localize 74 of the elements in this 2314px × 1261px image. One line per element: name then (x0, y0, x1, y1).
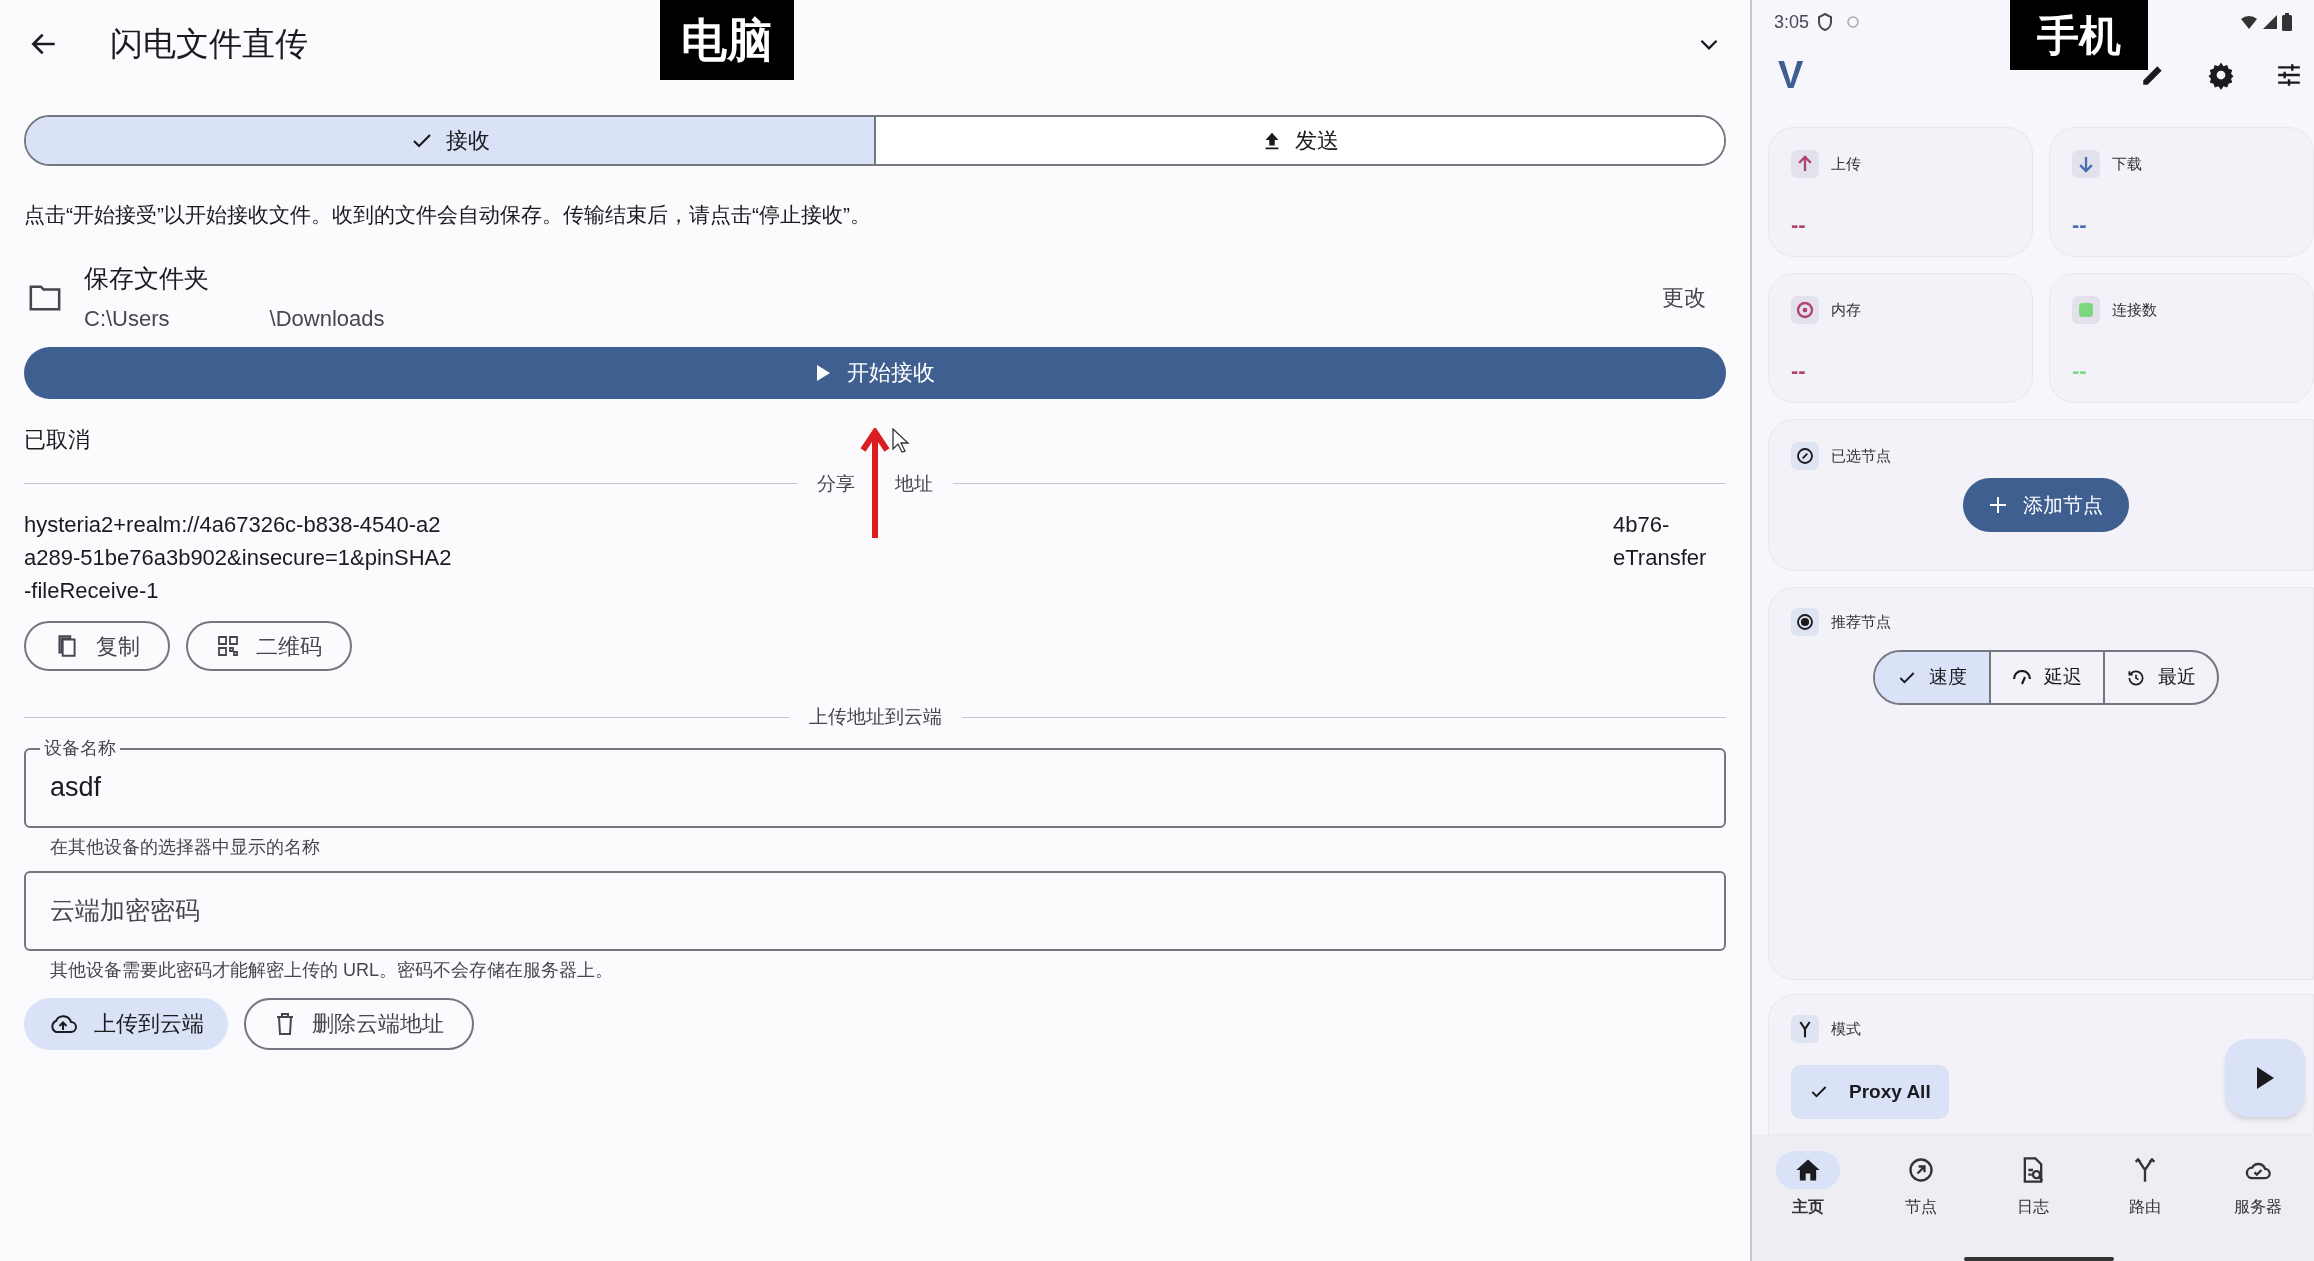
section-divider-label: 地址 (895, 471, 933, 496)
app-logo: V (1778, 52, 1804, 98)
signal-icon (2262, 14, 2278, 30)
share-url-text: eTransfer (1613, 544, 1708, 572)
stat-value: -- (1791, 360, 1806, 382)
settings-icon[interactable] (2206, 60, 2236, 90)
battery-icon (2282, 13, 2292, 31)
memory-icon (1791, 296, 1819, 324)
target-icon (1791, 608, 1819, 636)
copy-button[interactable]: 复制 (24, 621, 170, 671)
helper-text: 其他设备需要此密码才能解密上传的 URL。密码不会存储在服务器上。 (50, 958, 614, 982)
stat-value: -- (2072, 360, 2087, 382)
start-receive-button[interactable]: 开始接收 (24, 346, 1726, 399)
delete-cloud-button[interactable]: 删除云端地址 (244, 997, 474, 1050)
status-time: 3:05 (1774, 10, 1810, 34)
tab[interactable]: 接收 (26, 117, 874, 164)
share-url-text: a289-51be76a3b902&insecure=1&pinSHA2 (24, 544, 452, 572)
annotation-label: 手机 (2037, 10, 2121, 61)
compass-icon (1791, 442, 1819, 470)
password-field[interactable]: 云端加密密码 (24, 870, 1726, 951)
folder-path: \Downloads (269, 304, 385, 333)
tab[interactable]: 发送 (874, 117, 1724, 164)
download-icon (2072, 150, 2100, 178)
stat-label: 上传 (1831, 153, 1861, 174)
nav-item[interactable]: 路由 (2113, 1151, 2178, 1219)
compass-icon (1906, 1156, 1935, 1184)
speedometer-icon (2012, 669, 2032, 686)
segment-button[interactable]: 速度 (1875, 652, 1989, 703)
text-input[interactable]: 云端加密密码 (50, 891, 1700, 930)
fork-icon (1791, 1015, 1819, 1043)
stat-label: 内存 (1831, 299, 1861, 320)
play-icon (815, 363, 831, 382)
helper-text: 在其他设备的选择器中显示的名称 (50, 835, 321, 859)
connections-icon (2072, 296, 2100, 324)
section-divider-label: 上传地址到云端 (808, 705, 942, 729)
segment-button[interactable]: 最近 (2103, 652, 2217, 703)
share-url-text: -fileReceive-1 (24, 577, 159, 605)
qr-code-button[interactable]: 二维码 (186, 621, 352, 671)
nav-item[interactable]: 服务器 (2225, 1151, 2290, 1219)
stat-value: -- (2072, 214, 2087, 236)
wifi-icon (2240, 14, 2258, 30)
status-text: 已取消 (24, 425, 90, 454)
nav-item[interactable]: 日志 (2000, 1151, 2065, 1219)
card-title: 已选节点 (1831, 445, 1891, 466)
qr-code-icon (216, 634, 240, 658)
trash-icon (274, 1011, 296, 1036)
folder-path: C:\Users (84, 304, 170, 333)
play-icon (2255, 1066, 2275, 1090)
section-divider-label: 分享 (817, 471, 855, 496)
stat-value: -- (1791, 214, 1806, 236)
share-url-text: 4b76- (1613, 511, 1671, 539)
share-url-text: hysteria2+realm://4a67326c-b838-4540-a2 (24, 511, 441, 539)
add-node-button[interactable]: 添加节点 (1963, 478, 2129, 532)
annotation-label: 电脑 (681, 12, 773, 68)
card-title: 模式 (1831, 1018, 1861, 1039)
segment-button[interactable]: 延迟 (1989, 652, 2103, 703)
stat-label: 下载 (2112, 153, 2142, 174)
proxy-mode-chip[interactable]: Proxy All (1791, 1065, 1949, 1119)
plus-icon (1989, 496, 2007, 514)
nav-item[interactable]: 节点 (1888, 1151, 1953, 1219)
upload-cloud-button[interactable]: 上传到云端 (24, 997, 228, 1050)
instruction-text: 点击“开始接受”以开始接收文件。收到的文件会自动保存。传输结束后，请点击“停止接收”。 (24, 202, 872, 228)
page-title: 闪电文件直传 (110, 24, 308, 65)
folder-label: 保存文件夹 (84, 263, 210, 295)
text-input[interactable]: asdf (50, 767, 1700, 808)
stat-label: 连接数 (2112, 299, 2157, 320)
folder-icon (28, 282, 62, 313)
upload-icon (1791, 150, 1819, 178)
cursor-icon (892, 428, 910, 454)
change-button[interactable]: 更改 (1662, 281, 1706, 314)
sliders-icon[interactable] (2276, 62, 2302, 88)
shield-icon (1817, 13, 1834, 31)
play-button[interactable] (2225, 1039, 2305, 1117)
card-title: 推荐节点 (1831, 611, 1891, 632)
